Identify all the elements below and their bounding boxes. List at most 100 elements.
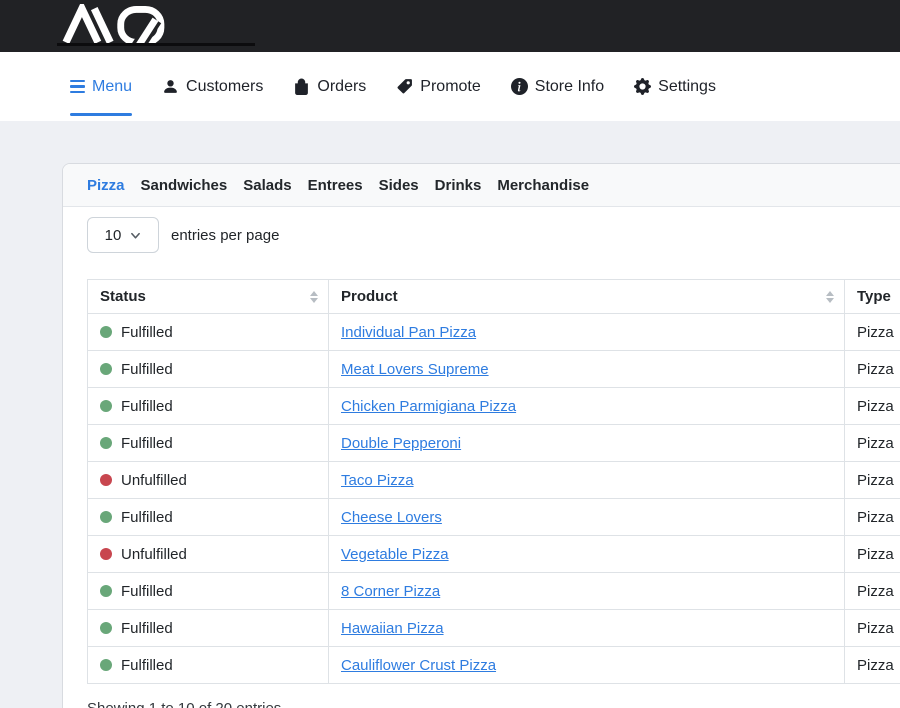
- type-cell: Pizza: [845, 314, 900, 351]
- product-link[interactable]: 8 Corner Pizza: [341, 583, 440, 600]
- status-label: Unfulfilled: [121, 546, 187, 563]
- nav-item-label: Promote: [420, 78, 480, 96]
- table-row: Fulfilled Hawaiian Pizza Pizza: [88, 610, 900, 647]
- nav-item-orders[interactable]: Orders: [293, 52, 366, 121]
- person-icon: [162, 78, 179, 95]
- tab-merchandise[interactable]: Merchandise: [497, 177, 589, 194]
- type-cell: Pizza: [845, 462, 900, 499]
- hamburger-icon: [70, 80, 85, 94]
- type-cell: Pizza: [845, 388, 900, 425]
- main-nav: Menu Customers Orders Promote Store Info Sett…: [0, 52, 900, 121]
- nav-item-label: Store Info: [535, 78, 604, 96]
- chevron-down-icon: [130, 230, 141, 241]
- nav-item-settings[interactable]: Settings: [634, 52, 716, 121]
- product-link[interactable]: Double Pepperoni: [341, 435, 461, 452]
- status-cell: Fulfilled: [88, 351, 329, 388]
- sort-icon[interactable]: [826, 291, 834, 303]
- table-body: FulfilledIndividual Pan PizzaPizzaFulfil…: [88, 314, 900, 684]
- status-label: Fulfilled: [121, 398, 173, 415]
- column-label: Product: [341, 288, 398, 305]
- product-link[interactable]: Cheese Lovers: [341, 509, 442, 526]
- table-header-row: Status Product Type: [88, 280, 900, 314]
- product-cell: 8 Corner Pizza: [329, 573, 845, 610]
- status-dot: [100, 437, 112, 449]
- status-label: Fulfilled: [121, 657, 173, 674]
- product-cell: Cauliflower Crust Pizza: [329, 647, 845, 684]
- nav-item-customers[interactable]: Customers: [162, 52, 263, 121]
- products-table: Status Product Type Fulfilled Individual Pa…: [87, 279, 900, 684]
- status-label: Fulfilled: [121, 435, 173, 452]
- category-tabs: Pizza Sandwiches Salads Entrees Sides Drinks M…: [63, 164, 900, 207]
- sort-icon[interactable]: [310, 291, 318, 303]
- status-cell: Fulfilled: [88, 314, 329, 351]
- status-label: Unfulfilled: [121, 472, 187, 489]
- card-body: 10 entries per page Status Product Type Fu…: [63, 207, 900, 708]
- status-dot: [100, 326, 112, 338]
- table-row: Fulfilled Cheese Lovers Pizza: [88, 499, 900, 536]
- table-row: Unfulfilled Taco Pizza Pizza: [88, 462, 900, 499]
- status-cell: Fulfilled: [88, 388, 329, 425]
- product-link[interactable]: Taco Pizza: [341, 472, 414, 489]
- column-header-type: Type: [845, 280, 900, 314]
- entries-per-page-label: entries per page: [171, 227, 279, 244]
- column-header-product[interactable]: Product: [329, 280, 845, 314]
- nav-item-label: Menu: [92, 78, 132, 96]
- status-dot: [100, 474, 112, 486]
- table-row: Fulfilled Individual Pan Pizza Pizza: [88, 314, 900, 351]
- table-header: Status Product Type: [88, 280, 900, 314]
- column-label: Status: [100, 288, 146, 305]
- nav-item-store-info[interactable]: Store Info: [511, 52, 604, 121]
- top-header-bar: [0, 0, 900, 52]
- menu-card: Pizza Sandwiches Salads Entrees Sides Drinks M…: [62, 163, 900, 708]
- type-cell: Pizza: [845, 610, 900, 647]
- product-cell: Meat Lovers Supreme: [329, 351, 845, 388]
- status-label: Fulfilled: [121, 324, 173, 341]
- column-header-status[interactable]: Status: [88, 280, 329, 314]
- bag-icon: [293, 78, 310, 95]
- product-cell: Double Pepperoni: [329, 425, 845, 462]
- product-link[interactable]: Hawaiian Pizza: [341, 620, 444, 637]
- product-cell: Hawaiian Pizza: [329, 610, 845, 647]
- status-label: Fulfilled: [121, 509, 173, 526]
- product-cell: Chicken Parmigiana Pizza: [329, 388, 845, 425]
- type-cell: Pizza: [845, 351, 900, 388]
- product-link[interactable]: Vegetable Pizza: [341, 546, 449, 563]
- status-cell: Fulfilled: [88, 499, 329, 536]
- page-size-row: 10 entries per page: [87, 217, 900, 253]
- brand-logo[interactable]: [58, 4, 178, 46]
- product-link[interactable]: Individual Pan Pizza: [341, 324, 476, 341]
- product-cell: Cheese Lovers: [329, 499, 845, 536]
- status-dot: [100, 622, 112, 634]
- status-label: Fulfilled: [121, 361, 173, 378]
- status-cell: Fulfilled: [88, 573, 329, 610]
- status-dot: [100, 585, 112, 597]
- column-label: Type: [857, 288, 891, 305]
- product-link[interactable]: Cauliflower Crust Pizza: [341, 657, 496, 674]
- type-cell: Pizza: [845, 499, 900, 536]
- status-dot: [100, 548, 112, 560]
- table-row: Fulfilled Meat Lovers Supreme Pizza: [88, 351, 900, 388]
- product-link[interactable]: Meat Lovers Supreme: [341, 361, 489, 378]
- table-row: FulfilledCauliflower Crust PizzaPizza: [88, 647, 900, 684]
- table-row: UnfulfilledVegetable PizzaPizza: [88, 536, 900, 573]
- tab-drinks[interactable]: Drinks: [435, 177, 482, 194]
- tag-icon: [396, 78, 413, 95]
- tab-sides[interactable]: Sides: [379, 177, 419, 194]
- page-size-select[interactable]: 10: [87, 217, 159, 253]
- tab-salads[interactable]: Salads: [243, 177, 291, 194]
- tab-sandwiches[interactable]: Sandwiches: [141, 177, 228, 194]
- product-cell: Taco Pizza: [329, 462, 845, 499]
- tab-pizza[interactable]: Pizza: [87, 177, 125, 194]
- status-label: Fulfilled: [121, 620, 173, 637]
- type-cell: Pizza: [845, 573, 900, 610]
- nav-item-menu[interactable]: Menu: [70, 52, 132, 121]
- nav-item-label: Settings: [658, 78, 716, 96]
- nav-item-label: Customers: [186, 78, 263, 96]
- nav-item-promote[interactable]: Promote: [396, 52, 480, 121]
- nav-item-label: Orders: [317, 78, 366, 96]
- product-link[interactable]: Chicken Parmigiana Pizza: [341, 398, 516, 415]
- status-cell: Fulfilled: [88, 610, 329, 647]
- tab-entrees[interactable]: Entrees: [308, 177, 363, 194]
- status-dot: [100, 659, 112, 671]
- gear-icon: [634, 78, 651, 95]
